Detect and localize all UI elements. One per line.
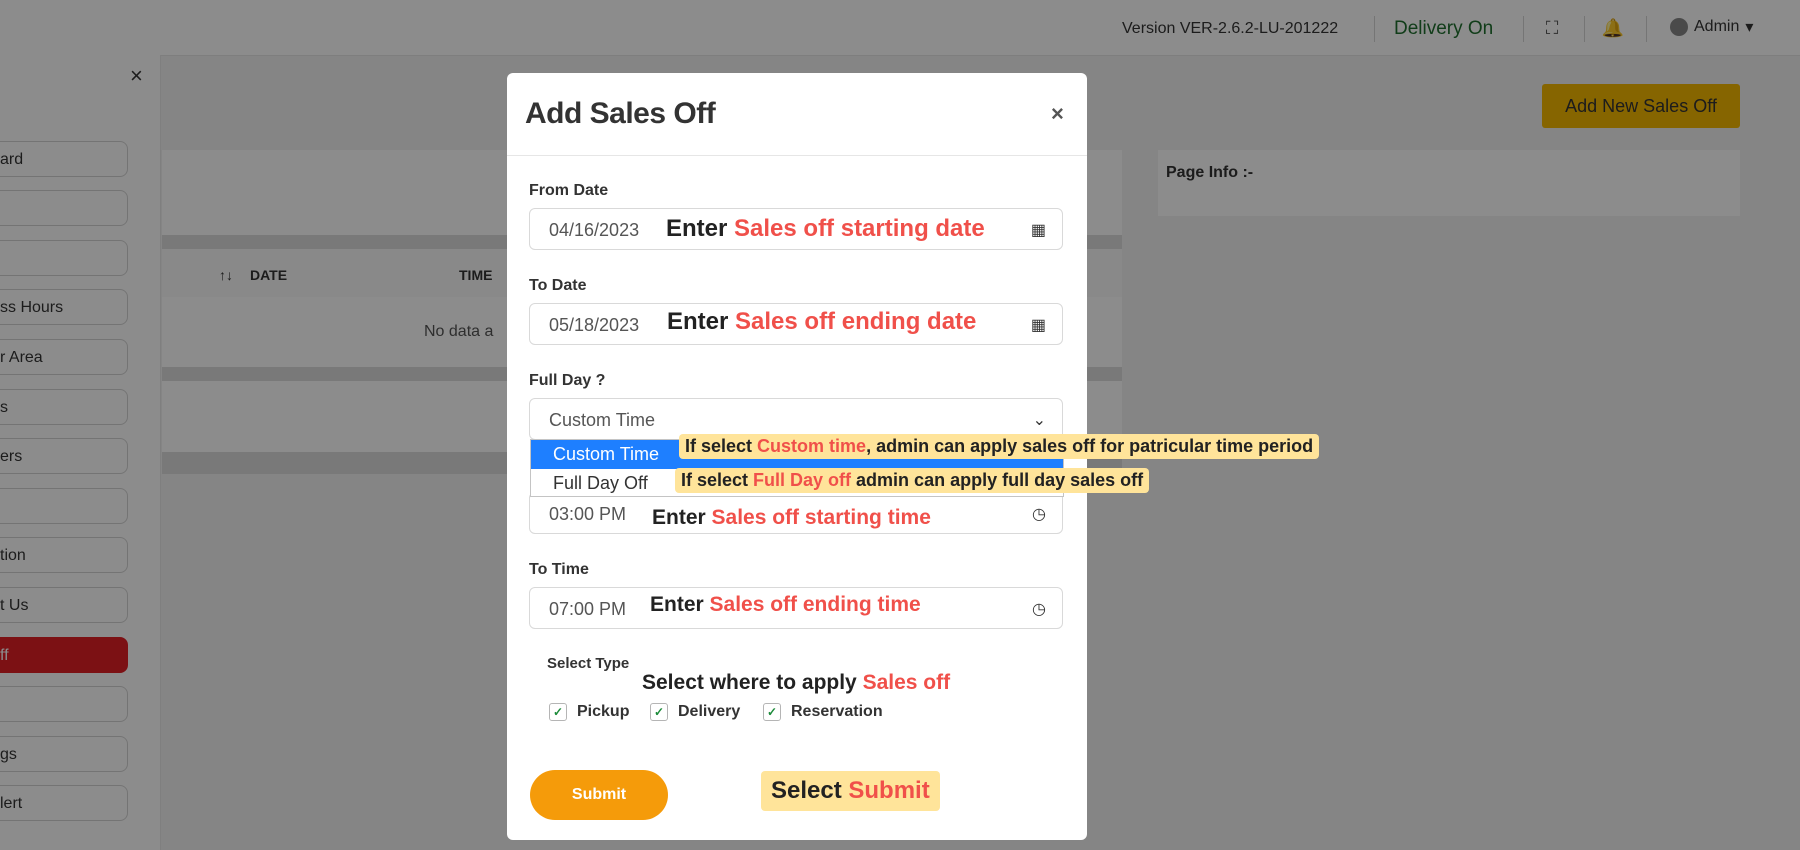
modal-header: Add Sales Off × bbox=[507, 73, 1087, 156]
to-date-label: To Date bbox=[529, 277, 587, 294]
annotation-submit: Select Submit bbox=[761, 771, 940, 811]
check-icon: ✓ bbox=[650, 703, 668, 721]
annotation-select-type: Select where to apply Sales off bbox=[642, 671, 951, 694]
pickup-label: Pickup bbox=[577, 703, 630, 720]
annotation-from-date: Enter Sales off starting date bbox=[666, 215, 985, 242]
annotation-custom-time: If select Custom time, admin can apply s… bbox=[679, 434, 1320, 459]
clock-icon[interactable]: ◷ bbox=[1032, 599, 1046, 619]
full-day-label: Full Day ? bbox=[529, 372, 606, 389]
close-icon[interactable]: × bbox=[1051, 101, 1064, 127]
check-icon: ✓ bbox=[763, 703, 781, 721]
submit-button[interactable]: Submit bbox=[530, 770, 668, 820]
chevron-down-icon: ⌄ bbox=[1032, 412, 1046, 429]
clock-icon[interactable]: ◷ bbox=[1032, 504, 1046, 524]
calendar-icon[interactable]: ▦ bbox=[1031, 220, 1046, 240]
full-day-value: Custom Time bbox=[549, 410, 656, 430]
delivery-checkbox[interactable]: ✓ Delivery bbox=[650, 703, 740, 721]
annotation-to-date: Enter Sales off ending date bbox=[667, 308, 977, 335]
select-type-label: Select Type bbox=[547, 655, 630, 672]
from-time-value: 03:00 PM bbox=[549, 504, 627, 524]
pickup-checkbox[interactable]: ✓ Pickup bbox=[549, 703, 629, 721]
reservation-checkbox[interactable]: ✓ Reservation bbox=[763, 703, 883, 721]
annotation-from-time: Enter Sales off starting time bbox=[652, 506, 931, 529]
to-time-value: 07:00 PM bbox=[549, 599, 627, 619]
calendar-icon[interactable]: ▦ bbox=[1031, 315, 1046, 335]
to-date-value: 05/18/2023 bbox=[549, 315, 640, 335]
annotation-full-day-off: If select Full Day off admin can apply f… bbox=[675, 468, 1150, 493]
check-icon: ✓ bbox=[549, 703, 567, 721]
delivery-label: Delivery bbox=[678, 703, 741, 720]
annotation-to-time: Enter Sales off ending time bbox=[650, 593, 921, 616]
to-time-label: To Time bbox=[529, 561, 589, 578]
modal-title: Add Sales Off bbox=[525, 97, 716, 130]
reservation-label: Reservation bbox=[791, 703, 883, 720]
from-date-value: 04/16/2023 bbox=[549, 220, 640, 240]
from-date-label: From Date bbox=[529, 182, 609, 199]
